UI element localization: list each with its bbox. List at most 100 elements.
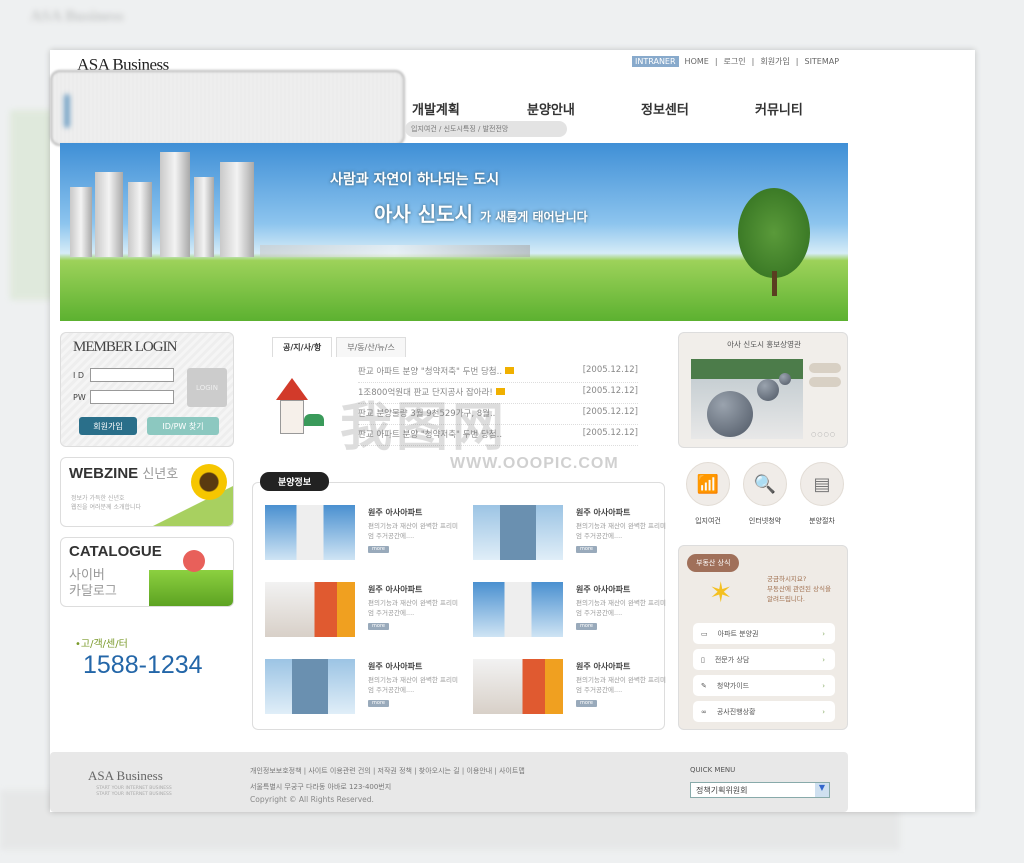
tips-bubble: 부동산 상식 bbox=[687, 554, 740, 572]
id-label: I D bbox=[73, 371, 85, 380]
webzine-banner[interactable]: WEBZINE 신년호 정보가 가득한 신년호웹진을 여러분께 소개합니다 bbox=[60, 457, 234, 527]
sales-item-title[interactable]: 원주 아사아파트 bbox=[576, 584, 630, 595]
more-button[interactable]: more bbox=[368, 623, 389, 630]
subnav[interactable]: 입지여건 / 신도시특징 / 발전전망 bbox=[405, 121, 567, 137]
nav-development[interactable]: 개발계획 bbox=[412, 99, 460, 118]
apartment-photo[interactable] bbox=[473, 505, 563, 560]
catalogue-sub: 카달로그 bbox=[69, 584, 117, 599]
callcenter-phone: 1588-1234 bbox=[83, 651, 203, 679]
banner-line1: 사람과 자연이 하나되는 도시 bbox=[330, 172, 500, 188]
sitemap-link[interactable]: SITEMAP bbox=[804, 57, 839, 66]
webzine-desc: 웹진을 여러분께 소개합니다 bbox=[71, 504, 142, 511]
sales-item-desc: 편의기능과 재산이 완벽한 프리미엄 주거공간에.... bbox=[368, 522, 458, 540]
promo-title: 아사 신도시 홍보상영관 bbox=[727, 340, 801, 349]
more-button[interactable]: more bbox=[576, 700, 597, 707]
more-button[interactable]: more bbox=[576, 546, 597, 553]
promo-video[interactable] bbox=[691, 359, 803, 439]
promo-pager[interactable]: ○○○○ bbox=[811, 431, 836, 438]
watermark-url: WWW.OOOPIC.COM bbox=[450, 455, 619, 472]
tips-item[interactable]: ✎ 청약가이드 › bbox=[693, 675, 835, 696]
new-icon bbox=[505, 367, 515, 374]
chevron-down-icon[interactable]: ▼ bbox=[815, 783, 829, 797]
intranet-link[interactable]: INTRANER bbox=[632, 56, 679, 67]
sales-item[interactable]: 원주 아사아파트 편의기능과 재산이 완벽한 프리미엄 주거공간에.... mo… bbox=[473, 582, 673, 644]
home-link[interactable]: HOME bbox=[685, 57, 709, 66]
apartment-photo[interactable] bbox=[473, 582, 563, 637]
binoculars-icon: ∞ bbox=[701, 707, 707, 716]
notice-title[interactable]: 판교 아파트 분양 "청약저축" 두번 당첨.. bbox=[358, 365, 515, 382]
more-button[interactable]: more bbox=[368, 700, 389, 707]
nav-info-center[interactable]: 정보센터 bbox=[641, 99, 689, 118]
join-link[interactable]: 회원가입 bbox=[760, 56, 789, 67]
quick-menu-value: 정책기획위원회 bbox=[696, 786, 748, 795]
sales-item[interactable]: 원주 아사아파트 편의기능과 재산이 완벽한 프리미엄 주거공간에.... mo… bbox=[473, 505, 673, 567]
nav-community[interactable]: 커뮤니티 bbox=[755, 99, 803, 118]
star-flower-icon: ✶ bbox=[709, 576, 733, 609]
banner-city: 아사 신도시 bbox=[374, 202, 473, 226]
id-input[interactable] bbox=[90, 368, 174, 382]
nav-sales[interactable]: 분양안내 bbox=[527, 99, 575, 118]
watermark: 我图网 bbox=[340, 399, 509, 457]
top-links: INTRANER HOME | 로그인 | 회원가입 | SITEMAP bbox=[632, 56, 839, 67]
pw-input[interactable] bbox=[90, 390, 174, 404]
find-id-pw-button[interactable]: ID/PW 찾기 bbox=[147, 417, 219, 435]
quick-label[interactable]: 인터넷청약 bbox=[735, 516, 795, 526]
sales-item[interactable]: 원주 아사아파트 편의기능과 재산이 완벽한 프리미엄 주거공간에.... mo… bbox=[265, 505, 465, 567]
sales-item-title[interactable]: 원주 아사아파트 bbox=[368, 584, 422, 595]
promo-play-button[interactable] bbox=[809, 363, 841, 373]
sales-item-desc: 편의기능과 재산이 완벽한 프리미엄 주거공간에.... bbox=[368, 599, 458, 617]
login-link[interactable]: 로그인 bbox=[724, 56, 746, 67]
webzine-title: WEBZINE bbox=[69, 465, 139, 482]
tab-notice[interactable]: 공/지/사/항 bbox=[272, 337, 333, 357]
sales-item-title[interactable]: 원주 아사아파트 bbox=[368, 507, 422, 518]
sales-item-title[interactable]: 원주 아사아파트 bbox=[576, 661, 630, 672]
apartment-photo[interactable] bbox=[265, 505, 355, 560]
apartment-photo[interactable] bbox=[265, 582, 355, 637]
tab-realestate-news[interactable]: 부/동/산/뉴/스 bbox=[336, 337, 406, 357]
callcenter-label: •고/객/센/터 bbox=[75, 639, 128, 650]
book-icon bbox=[149, 570, 233, 606]
tips-item[interactable]: ▭ 아파트 분양권 › bbox=[693, 623, 835, 644]
sunflower-icon bbox=[191, 464, 227, 500]
login-button[interactable]: LOGIN bbox=[187, 368, 227, 407]
news-tabs: 공/지/사/항 부/동/산/뉴/스 bbox=[272, 337, 406, 357]
webzine-desc: 정보가 가득한 신년호 bbox=[71, 495, 125, 502]
quick-label[interactable]: 입지여건 bbox=[678, 516, 738, 526]
laptop-icon: ▭ bbox=[701, 629, 708, 638]
sales-info-label: 분양정보 bbox=[260, 472, 330, 491]
sales-item-title[interactable]: 원주 아사아파트 bbox=[368, 661, 422, 672]
sales-item-desc: 편의기능과 재산이 완벽한 프리미엄 주거공간에.... bbox=[576, 676, 666, 694]
promo-stop-button[interactable] bbox=[809, 377, 841, 387]
quick-menu-select[interactable]: 정책기획위원회 ▼ bbox=[690, 782, 830, 798]
banner-tagline: 가 새롭게 태어납니다 bbox=[479, 210, 588, 224]
apartment-photo[interactable] bbox=[265, 659, 355, 714]
sales-item-title[interactable]: 원주 아사아파트 bbox=[576, 507, 630, 518]
footer-links[interactable]: 개인정보보호정책 | 사이트 이용관련 건의 | 저작권 정책 | 찾아오시는 … bbox=[250, 766, 525, 776]
footer-address: 서울특별시 무궁구 다라동 아바로 123-400번지 bbox=[250, 783, 392, 791]
notice-date: [2005.12.12] bbox=[582, 365, 638, 375]
realestate-tips-box: 부동산 상식 ✶ 궁금하시지요? 부동산에 관련된 상식을 알려드립니다. ▭ 아파트… bbox=[678, 545, 848, 730]
member-login-box: MEMBER LOGIN I D PW LOGIN 회원가입 ID/PW 찾기 bbox=[60, 332, 234, 447]
sales-item[interactable]: 원주 아사아파트 편의기능과 재산이 완벽한 프리미엄 주거공간에.... mo… bbox=[265, 659, 465, 721]
notice-row[interactable]: 판교 아파트 분양 "청약저축" 두번 당첨.. [2005.12.12] bbox=[358, 362, 638, 383]
tips-item[interactable]: ▯ 전문가 상담 › bbox=[693, 649, 835, 670]
footer-logo-sub: START YOUR INTERNET BUSINESS bbox=[96, 792, 172, 797]
tips-text: 부동산에 관련된 상식을 bbox=[767, 585, 831, 593]
signal-icon[interactable]: 📶 bbox=[686, 462, 730, 506]
document-icon[interactable]: ▤ bbox=[800, 462, 844, 506]
apartment-photo[interactable] bbox=[473, 659, 563, 714]
house-illustration bbox=[268, 378, 328, 438]
more-button[interactable]: more bbox=[368, 546, 389, 553]
tips-item-label: 청약가이드 bbox=[716, 681, 750, 690]
quick-label[interactable]: 분양절차 bbox=[792, 516, 852, 526]
tips-item[interactable]: ∞ 공사진행상황 › bbox=[693, 701, 835, 722]
sales-item[interactable]: 원주 아사아파트 편의기능과 재산이 완벽한 프리미엄 주거공간에.... mo… bbox=[473, 659, 673, 721]
join-button[interactable]: 회원가입 bbox=[79, 417, 137, 435]
more-button[interactable]: more bbox=[576, 623, 597, 630]
monitor-search-icon[interactable]: 🔍 bbox=[743, 462, 787, 506]
webzine-sub: 신년호 bbox=[142, 466, 179, 481]
arrow-icon: › bbox=[822, 681, 825, 690]
notice-date: [2005.12.12] bbox=[582, 407, 638, 417]
catalogue-banner[interactable]: CATALOGUE 사이버 카달로그 bbox=[60, 537, 234, 607]
sales-item[interactable]: 원주 아사아파트 편의기능과 재산이 완벽한 프리미엄 주거공간에.... mo… bbox=[265, 582, 465, 644]
